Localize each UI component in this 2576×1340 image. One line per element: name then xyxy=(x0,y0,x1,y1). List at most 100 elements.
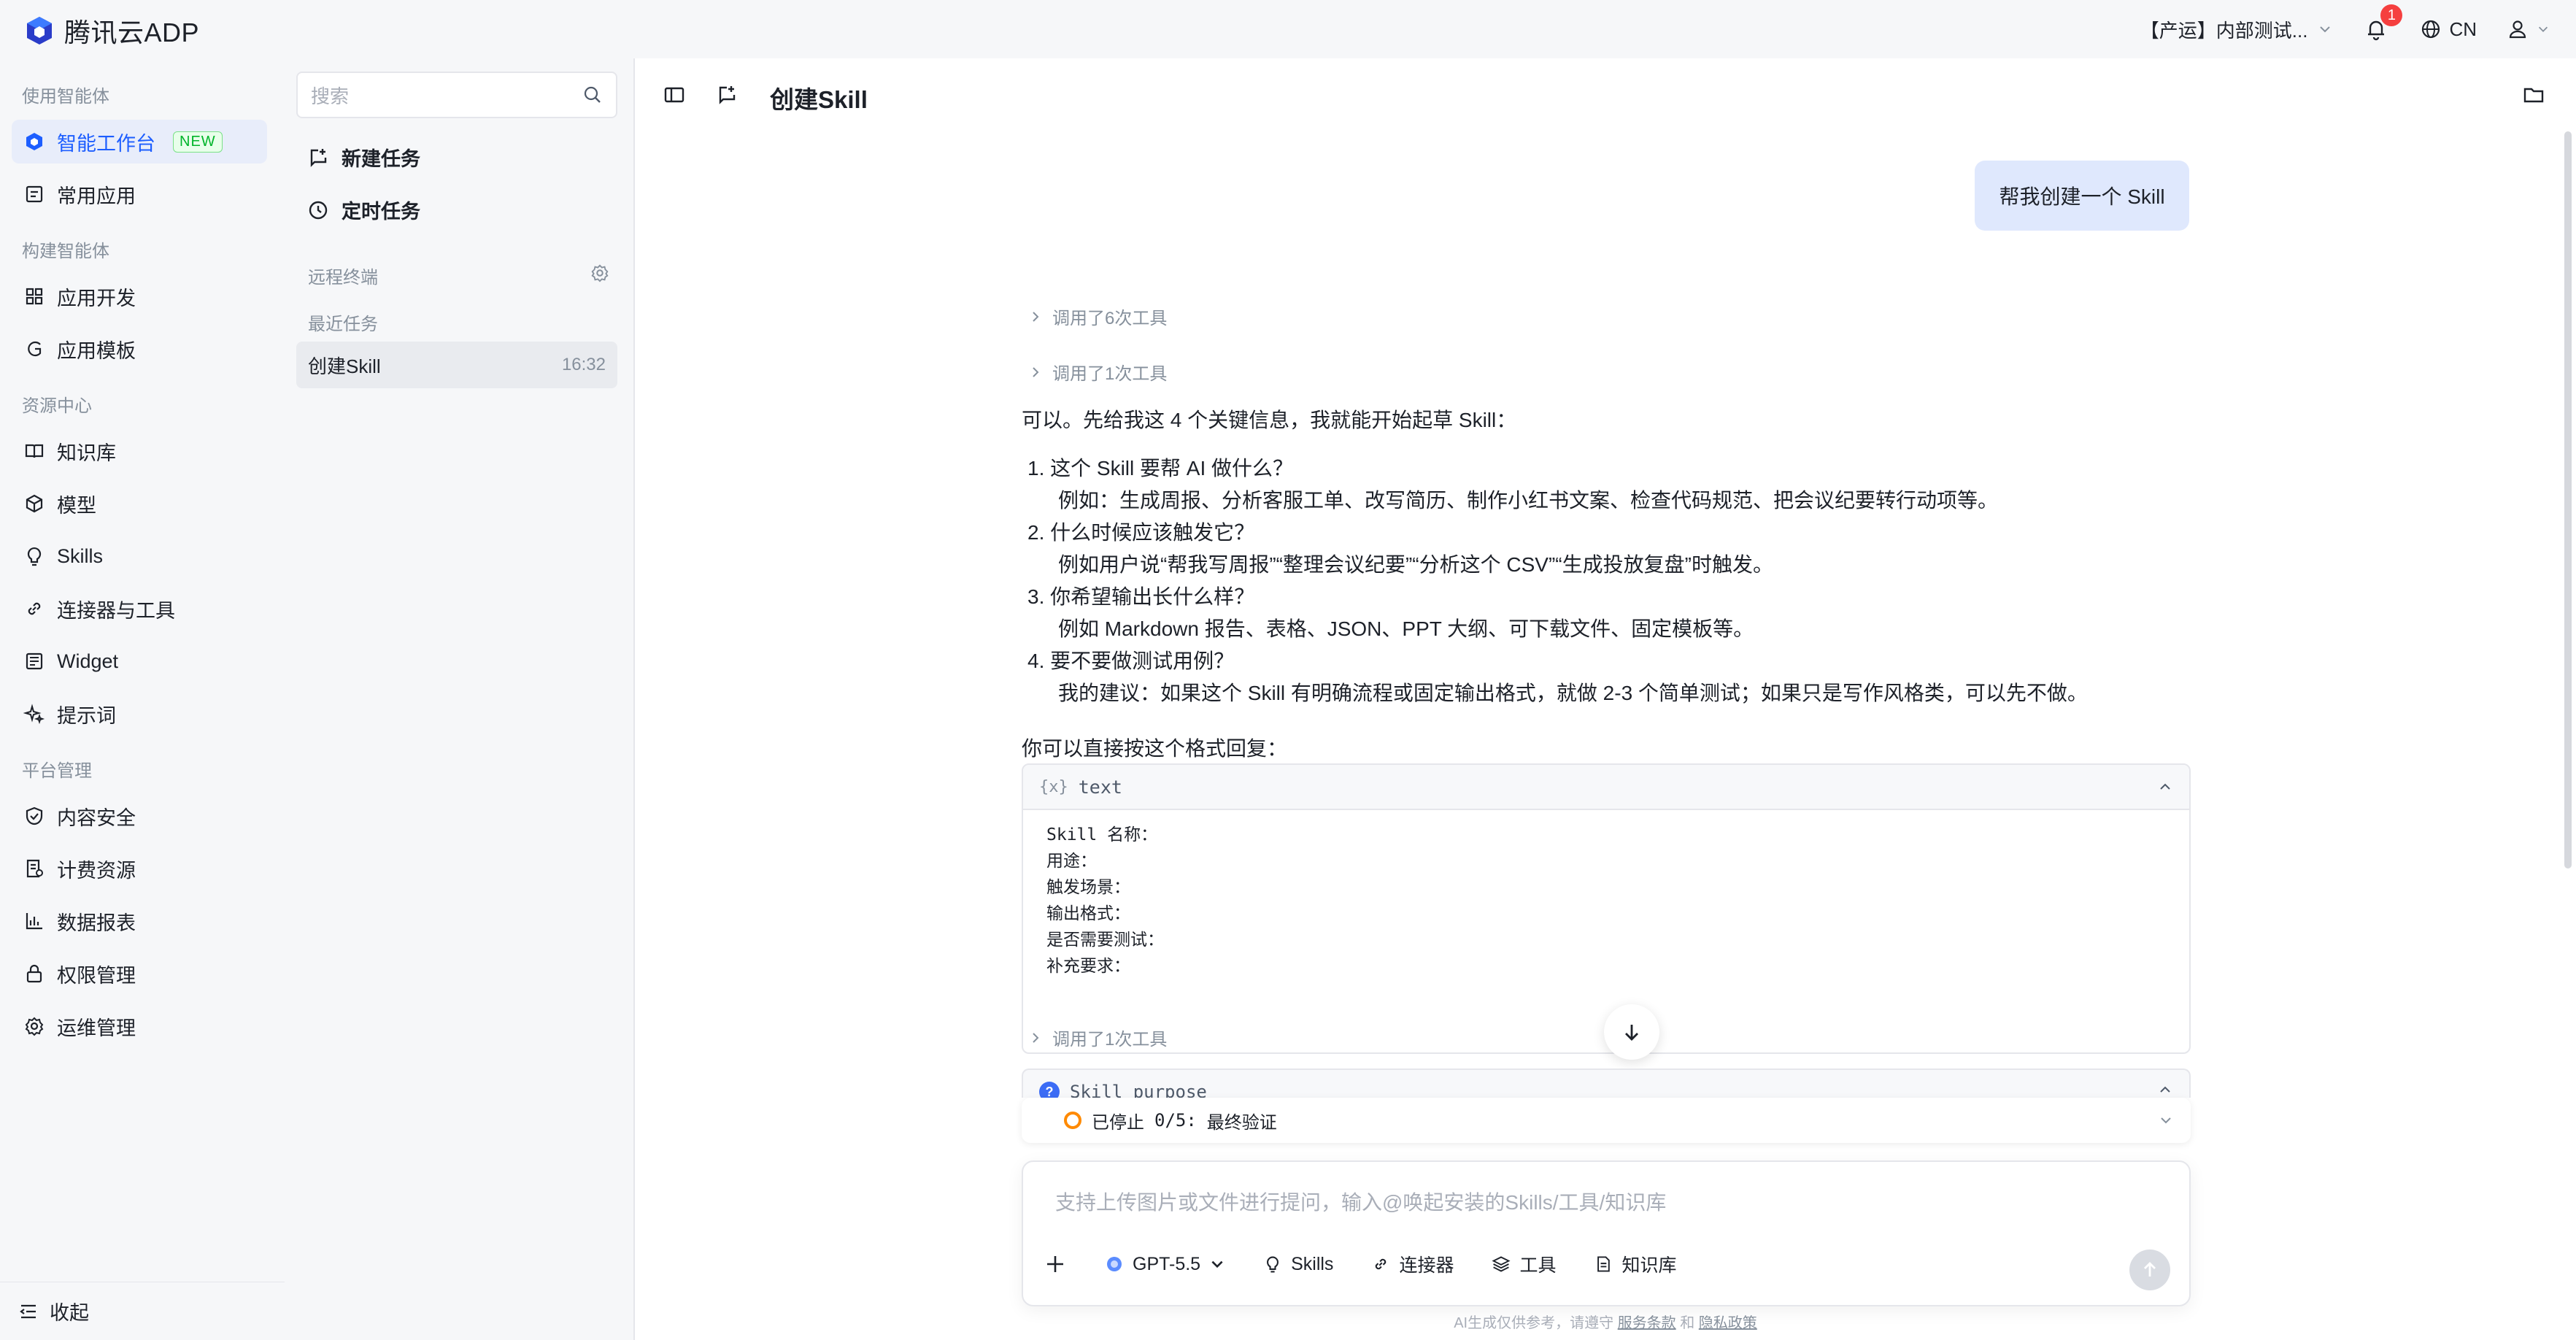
chat-main: 创建Skill 帮我创建一个 Skill 调用了6次工具 调用了1次工具 可以。… xyxy=(635,58,2576,1340)
folder-icon[interactable] xyxy=(2522,83,2545,107)
task-panel: 搜索 新建任务 定时任务 远程终端 最近任务 创建Skill 16:32 xyxy=(285,58,635,1340)
user-message: 帮我创建一个 Skill xyxy=(1975,161,2189,231)
list-item: 4. 要不要做测试用例？ xyxy=(1027,650,1235,672)
list-item: 3. 你希望输出长什么样？ xyxy=(1027,585,1255,608)
arrow-down-icon xyxy=(1625,1025,1638,1041)
logo[interactable]: 腾讯云ADP xyxy=(23,12,199,50)
new-task-button[interactable]: 新建任务 xyxy=(306,143,420,172)
bulb-icon xyxy=(27,547,42,566)
sidebar-item-label: 常用应用 xyxy=(57,185,136,207)
new-chat-icon[interactable] xyxy=(715,83,739,107)
sidebar-item-app-templates[interactable]: 应用模板 xyxy=(12,327,267,371)
sidebar-item-workbench[interactable]: 智能工作台 NEW xyxy=(12,120,267,163)
code-language: text xyxy=(1078,776,1122,798)
sidebar-item-label: 智能工作台 xyxy=(57,132,155,155)
language-switch[interactable]: CN xyxy=(2420,18,2477,41)
sidebar-item-permissions[interactable]: 权限管理 xyxy=(12,952,267,996)
chevron-up-icon xyxy=(2160,783,2170,790)
skills-tool-button[interactable]: Skills xyxy=(1263,1254,1333,1275)
tool-call-label: 调用了6次工具 xyxy=(1052,309,1168,328)
list-item-detail: 我的建议：如果这个 Skill 有明确流程或固定输出格式，就做 2-3 个简单测… xyxy=(1058,682,2088,704)
sidebar-item-widget[interactable]: Widget xyxy=(12,639,267,683)
chevron-down-icon xyxy=(2320,26,2331,33)
sidebar-item-app-dev[interactable]: 应用开发 xyxy=(12,274,267,318)
task-status-bar[interactable]: 已停止 0/5: 最终验证 xyxy=(1022,1098,2191,1143)
globe-icon xyxy=(2422,20,2440,39)
scrollbar[interactable] xyxy=(2564,131,2572,869)
tool-label: Skills xyxy=(1291,1253,1334,1274)
chevron-right-icon xyxy=(1033,311,1039,322)
code-block: {x} text Skill 名称： 用途： 触发场景： 输出格式： 是否需要测试： 补充… xyxy=(1022,763,2191,1054)
scroll-to-bottom-button[interactable] xyxy=(1604,1004,1659,1060)
collapse-button[interactable]: 收起 xyxy=(0,1282,285,1340)
left-sidebar: 使用智能体 智能工作台 NEW 常用应用 构建智能体 应用开发 应用模板 资源中… xyxy=(0,58,285,1340)
footer-text: AI生成仅供参考，请遵守 xyxy=(1454,1315,1614,1331)
connector-tool-button[interactable]: 连接器 xyxy=(1371,1251,1454,1277)
status-progress: 0/5: xyxy=(1154,1110,1197,1131)
sidebar-item-ops[interactable]: 运维管理 xyxy=(12,1004,267,1048)
sidebar-item-label: 知识库 xyxy=(57,442,116,464)
sidebar-item-model[interactable]: 模型 xyxy=(12,482,267,525)
chevron-up-icon xyxy=(2160,1086,2170,1093)
tool-call-label: 调用了1次工具 xyxy=(1052,364,1168,384)
reply-hint: 你可以直接按这个格式回复： xyxy=(1022,737,1288,760)
send-button[interactable] xyxy=(2129,1249,2170,1290)
skill-purpose-label: Skill purpose xyxy=(1070,1082,1207,1098)
toggle-sidebar-icon[interactable] xyxy=(663,83,686,107)
app-list-icon xyxy=(26,185,43,203)
message-composer[interactable]: 支持上传图片或文件进行提问，输入@唤起安装的Skills/工具/知识库 GPT-… xyxy=(1022,1160,2191,1306)
layers-icon xyxy=(1492,1256,1511,1272)
sidebar-item-label: 内容安全 xyxy=(57,806,136,829)
clock-icon xyxy=(309,201,328,219)
sidebar-item-label: 应用开发 xyxy=(57,287,136,309)
new-task-icon xyxy=(310,148,327,167)
sidebar-item-connectors[interactable]: 连接器与工具 xyxy=(12,587,267,631)
sidebar-item-skills[interactable]: Skills xyxy=(12,534,267,578)
skill-purpose-block[interactable]: ? Skill purpose xyxy=(1022,1068,2191,1098)
chevron-right-icon xyxy=(1033,366,1039,377)
sidebar-item-reports[interactable]: 数据报表 xyxy=(12,899,267,943)
code-line: Skill 名称： xyxy=(1046,825,1158,844)
knowledge-tool-button[interactable]: 知识库 xyxy=(1594,1251,1676,1277)
search-input[interactable]: 搜索 xyxy=(296,72,617,118)
code-line: 补充要求： xyxy=(1046,957,1130,976)
project-selector[interactable]: 【产运】内部测试... xyxy=(2140,16,2333,43)
cube-icon xyxy=(26,494,43,513)
code-line: 触发场景： xyxy=(1046,878,1130,897)
user-icon xyxy=(2509,20,2526,39)
list-item-detail: 例如：生成周报、分析客服工单、改写简历、制作小红书文案、检查代码规范、把会议纪要… xyxy=(1058,489,1999,512)
tool-call-toggle[interactable]: 调用了6次工具 xyxy=(1029,304,1167,329)
model-selector[interactable]: GPT-5.5 xyxy=(1105,1254,1225,1275)
chevron-down-icon xyxy=(1211,1260,1223,1268)
task-name: 创建Skill xyxy=(308,355,381,377)
user-menu[interactable] xyxy=(2506,18,2550,41)
tool-call-toggle[interactable]: 调用了1次工具 xyxy=(1029,359,1167,385)
sidebar-item-billing[interactable]: 计费资源 xyxy=(12,847,267,890)
code-block-header[interactable]: {x} text xyxy=(1023,765,2189,810)
recent-task-item[interactable]: 创建Skill 16:32 xyxy=(296,342,617,388)
sparkle-icon xyxy=(23,704,45,725)
sidebar-item-label: 连接器与工具 xyxy=(57,599,175,622)
terms-link[interactable]: 服务条款 xyxy=(1618,1315,1676,1331)
sidebar-item-knowledge[interactable]: 知识库 xyxy=(12,429,267,473)
shield-icon xyxy=(26,806,43,825)
sidebar-item-prompts[interactable]: 提示词 xyxy=(12,692,267,736)
privacy-link[interactable]: 隐私政策 xyxy=(1699,1315,1757,1331)
code-line: 是否需要测试： xyxy=(1046,931,1164,950)
lock-icon xyxy=(26,964,42,983)
tool-call-label: 调用了1次工具 xyxy=(1052,1030,1168,1050)
grid-icon xyxy=(26,288,43,305)
sidebar-item-common-apps[interactable]: 常用应用 xyxy=(12,172,267,216)
model-name: GPT-5.5 xyxy=(1133,1253,1201,1274)
sidebar-item-content-security[interactable]: 内容安全 xyxy=(12,794,267,838)
list-item-detail: 例如 Markdown 报告、表格、JSON、PPT 大纲、可下载文件、固定模板… xyxy=(1058,617,1754,640)
notification-button[interactable]: 1 xyxy=(2361,4,2403,44)
tools-button[interactable]: 工具 xyxy=(1492,1251,1556,1277)
chevron-right-icon xyxy=(1033,1032,1039,1043)
add-attachment-icon[interactable] xyxy=(1044,1252,1067,1276)
tool-call-toggle[interactable]: 调用了1次工具 xyxy=(1029,1025,1167,1050)
settings-icon[interactable] xyxy=(590,263,610,283)
question-icon: ? xyxy=(1039,1082,1060,1098)
remote-terminal-label: 远程终端 xyxy=(308,268,378,288)
scheduled-task-button[interactable]: 定时任务 xyxy=(306,196,420,224)
